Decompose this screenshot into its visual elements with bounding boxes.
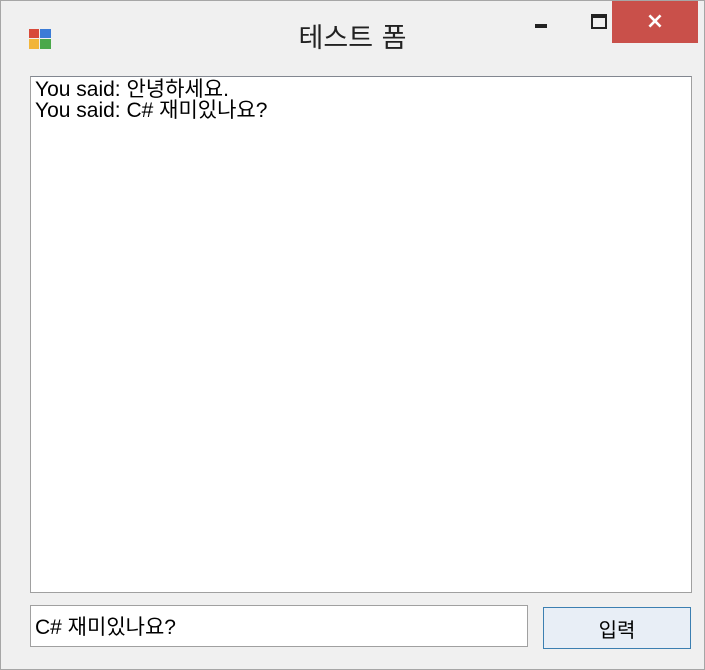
maximize-icon — [591, 13, 607, 29]
close-icon: × — [645, 9, 665, 34]
submit-button[interactable]: 입력 — [543, 607, 691, 649]
message-input[interactable] — [30, 605, 528, 647]
minimize-button[interactable] — [511, 1, 571, 43]
output-textbox[interactable]: You said: 안녕하세요. You said: C# 재미있나요? — [30, 76, 692, 593]
app-window: 테스트 폼 × You said: 안녕하세요. You said: C# 재미… — [0, 0, 705, 670]
output-line: You said: 안녕하세요. — [35, 78, 229, 101]
minimize-icon — [535, 24, 547, 28]
close-button[interactable]: × — [612, 1, 698, 43]
title-bar[interactable]: 테스트 폼 × — [1, 1, 704, 67]
output-line: You said: C# 재미있나요? — [35, 99, 268, 122]
